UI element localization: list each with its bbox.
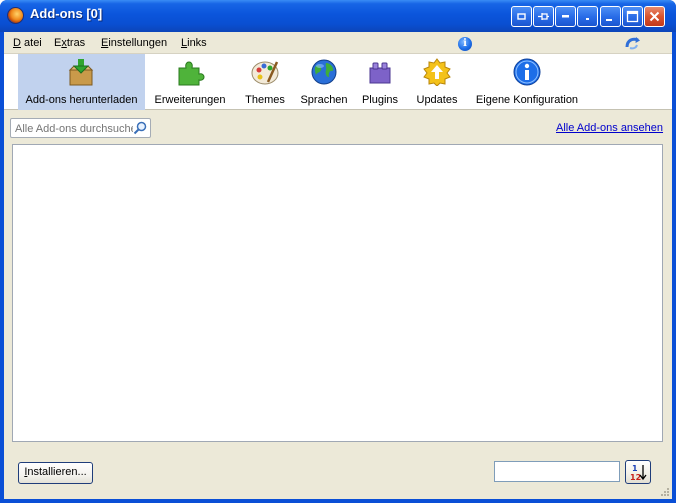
tab-languages-label: Sprachen [300,94,348,106]
tab-extensions[interactable]: Erweiterungen [152,54,228,110]
search-input[interactable] [15,121,133,136]
menu-datei-mnemonic: D [13,37,21,49]
minimize-button[interactable] [600,6,621,27]
window-title: Add-ons [0] [30,6,103,21]
globe-icon [309,58,339,86]
tab-themes[interactable]: Themes [240,54,290,110]
tab-updates[interactable]: Updates [412,54,462,110]
search-field[interactable] [10,118,151,138]
svg-text:1: 1 [632,464,638,473]
update-arrow-icon [422,58,452,87]
sort-field[interactable] [494,461,620,482]
info-icon[interactable]: i [458,37,472,51]
install-button[interactable]: Installieren... [18,462,93,484]
tab-plugins-label: Plugins [361,94,399,106]
tab-extensions-label: Erweiterungen [154,94,226,106]
magnifier-icon[interactable] [133,121,147,135]
palette-icon [250,58,280,86]
install-button-mnemonic: I [24,466,28,478]
menu-extras[interactable]: Extras [54,37,85,49]
menu-links-mnemonic: L [181,37,188,49]
sort-order-icon: 1 12 [626,464,650,486]
close-icon [648,11,661,27]
pin-icon [537,12,550,25]
firefox-icon[interactable] [7,7,24,24]
minimize-icon [605,12,616,25]
tab-themes-label: Themes [245,94,285,106]
menu-einstellungen-mnemonic: E [101,37,109,49]
tray-button[interactable] [511,6,532,27]
lego-brick-icon [365,58,395,86]
menu-button[interactable] [577,6,598,27]
view-all-addons-link[interactable]: Alle Add-ons ansehen [556,122,663,134]
menu-extras-mnemonic: x [61,37,67,49]
menu-icon [582,12,593,25]
close-button[interactable] [644,6,665,27]
resize-grip[interactable] [659,486,670,497]
maximize-button[interactable] [622,6,643,27]
rollup-button[interactable] [555,6,576,27]
puzzle-piece-icon [175,58,205,86]
throbber-icon [624,35,642,51]
pin-button[interactable] [533,6,554,27]
menu-datei[interactable]: D atei [13,37,42,49]
svg-text:12: 12 [630,473,641,482]
info-icon [512,58,542,86]
window-client-area: D atei Extras Einstellungen Links i Add-… [4,32,672,499]
menu-links[interactable]: Links [181,37,207,49]
rollup-icon [560,12,571,25]
menu-einstellungen[interactable]: Einstellungen [101,37,167,49]
maximize-icon [626,10,639,26]
tray-icon [516,12,527,25]
tab-get-addons[interactable]: Add-ons herunterladen [18,54,145,110]
download-box-icon [66,58,96,86]
tab-plugins[interactable]: Plugins [360,54,400,110]
category-toolbar: Add-ons herunterladen Erweiterungen Them… [4,54,672,110]
menu-bar: D atei Extras Einstellungen Links i [4,32,672,54]
sort-order-button[interactable]: 1 12 [625,460,651,484]
tab-updates-label: Updates [416,94,458,106]
addons-list[interactable] [12,144,663,442]
tab-custom-config-label: Eigene Konfiguration [475,94,579,106]
tab-languages[interactable]: Sprachen [297,54,351,110]
title-bar[interactable]: Add-ons [0] [0,0,676,32]
addons-window: Add-ons [0] D atei Extras Einstellungen … [0,0,676,503]
tab-get-addons-label: Add-ons herunterladen [25,94,138,106]
tab-custom-config[interactable]: Eigene Konfiguration [472,54,582,110]
